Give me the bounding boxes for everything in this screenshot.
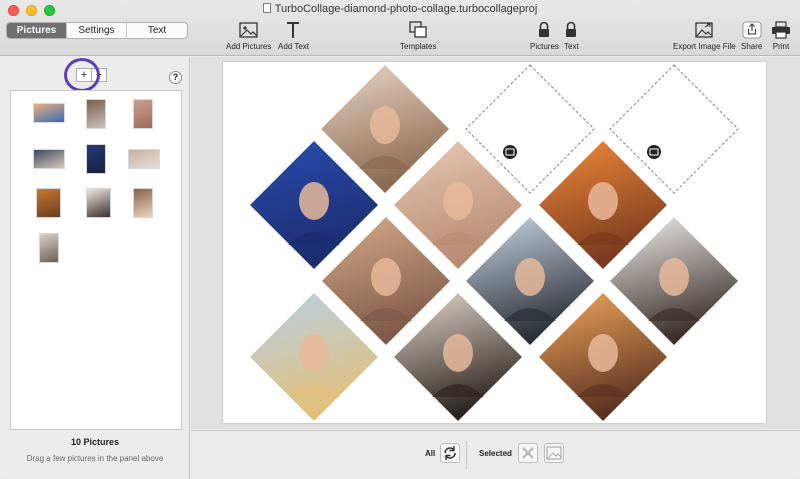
tab-pictures[interactable]: Pictures — [7, 23, 67, 38]
bottom-bar: All Selected — [191, 430, 800, 479]
image-icon — [546, 446, 562, 460]
export-image-icon — [694, 20, 714, 40]
picture-thumbnail[interactable] — [133, 99, 153, 129]
remove-selected-button[interactable] — [518, 443, 538, 463]
picture-thumbnail[interactable] — [86, 144, 106, 174]
add-text-button[interactable]: Add Text — [278, 20, 309, 51]
collage-canvas[interactable] — [223, 62, 766, 423]
lock-pictures-button[interactable]: Pictures — [530, 20, 559, 51]
picture-list[interactable] — [10, 90, 182, 430]
lock-icon — [537, 20, 551, 40]
add-pictures-button[interactable]: Add Pictures — [226, 20, 271, 51]
window-title: TurboCollage-diamond-photo-collage.turbo… — [0, 3, 800, 15]
picture-thumbnail[interactable] — [128, 149, 160, 169]
print-label: Print — [772, 42, 790, 51]
add-text-label: Add Text — [278, 42, 309, 51]
lock-icon — [564, 20, 578, 40]
document-icon — [262, 3, 271, 13]
printer-icon — [771, 20, 791, 40]
toolbar: TurboCollage-diamond-photo-collage.turbo… — [0, 0, 800, 56]
picture-thumbnail[interactable] — [36, 188, 61, 218]
add-pictures-icon — [239, 20, 259, 40]
lock-pictures-label: Pictures — [530, 42, 559, 51]
tab-text[interactable]: Text — [127, 23, 187, 38]
picture-count: 10 Pictures — [70, 437, 120, 447]
share-icon — [742, 20, 762, 40]
picture-thumbnail[interactable] — [39, 233, 59, 263]
picture-thumbnail[interactable] — [133, 188, 153, 218]
add-image-icon[interactable] — [647, 145, 661, 159]
selected-label: Selected — [479, 449, 512, 458]
print-button[interactable]: Print — [771, 20, 791, 51]
tab-settings[interactable]: Settings — [67, 23, 127, 38]
picture-thumbnail[interactable] — [86, 99, 106, 129]
highlight-circle — [64, 58, 100, 92]
templates-icon — [408, 20, 428, 40]
text-icon — [285, 20, 301, 40]
help-button[interactable]: ? — [169, 71, 182, 84]
templates-label: Templates — [400, 42, 437, 51]
drag-hint: Drag a few pictures in the panel above — [26, 454, 164, 463]
collage-svg — [250, 64, 739, 421]
export-image-label: Export Image File — [673, 42, 736, 51]
all-label: All — [425, 449, 436, 458]
close-icon — [522, 447, 534, 459]
window-title-text: TurboCollage-diamond-photo-collage.turbo… — [274, 3, 538, 15]
pictures-panel: + − ? 10 Pictures Drag a few pictures in… — [0, 57, 190, 479]
add-image-icon[interactable] — [503, 145, 517, 159]
share-label: Share — [741, 42, 763, 51]
separator — [466, 441, 467, 469]
picture-thumbnail[interactable] — [33, 103, 65, 123]
app-window: TurboCollage-diamond-photo-collage.turbo… — [0, 0, 800, 479]
picture-thumbnail[interactable] — [33, 149, 65, 169]
lock-text-button[interactable]: Text — [564, 20, 579, 51]
mode-segmented-control: Pictures Settings Text — [6, 22, 188, 39]
refresh-icon — [444, 446, 456, 460]
lock-text-label: Text — [564, 42, 579, 51]
share-button[interactable]: Share — [741, 20, 762, 51]
templates-button[interactable]: Templates — [400, 20, 436, 51]
shuffle-all-button[interactable] — [440, 443, 460, 463]
export-image-button[interactable]: Export Image File — [673, 20, 736, 51]
picture-thumbnail[interactable] — [86, 188, 111, 218]
replace-selected-button[interactable] — [544, 443, 564, 463]
add-pictures-label: Add Pictures — [226, 42, 272, 51]
